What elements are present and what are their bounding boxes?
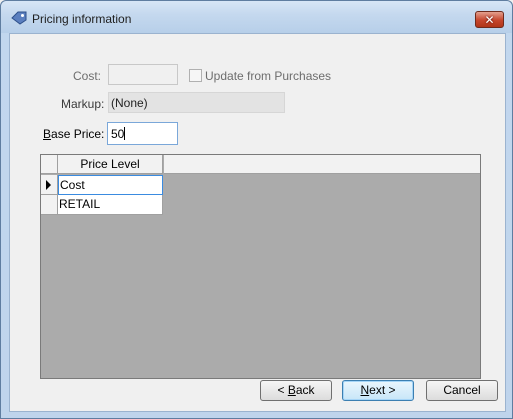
grid-corner: [41, 155, 58, 174]
cancel-button[interactable]: Cancel: [426, 380, 498, 401]
current-row-arrow-icon: [46, 180, 51, 190]
base-price-value: 50: [111, 127, 125, 141]
update-from-purchases-checkbox[interactable]: [189, 69, 202, 82]
close-button[interactable]: ✕: [475, 11, 504, 28]
pricing-dialog-window: Pricing information ✕ Cost: Update from …: [0, 0, 513, 419]
grid-cell-retail[interactable]: RETAIL: [58, 195, 163, 215]
next-button[interactable]: Next >: [342, 380, 414, 401]
row-header-retail[interactable]: [41, 195, 58, 215]
title-bar[interactable]: Pricing information ✕: [1, 1, 512, 33]
price-tag-icon: [11, 11, 27, 25]
markup-label: Markup:: [61, 97, 105, 111]
base-price-input[interactable]: 50: [107, 122, 178, 145]
price-level-column-header[interactable]: Price Level: [58, 155, 163, 174]
base-price-label: Base Price:: [43, 127, 105, 141]
grid-header-filler: [164, 155, 480, 174]
window-title: Pricing information: [32, 12, 132, 26]
grid-cell-cost[interactable]: Cost: [58, 175, 163, 195]
price-level-grid[interactable]: Price Level Cost RETAIL: [40, 154, 481, 379]
dialog-content: Cost: Update from Purchases Markup: (Non…: [9, 33, 506, 412]
cost-field: [108, 64, 178, 85]
update-from-purchases-label: Update from Purchases: [205, 69, 332, 83]
back-button[interactable]: < Back: [260, 380, 332, 401]
cost-label: Cost:: [73, 69, 102, 83]
row-header-cost[interactable]: [41, 175, 58, 195]
markup-field: (None): [108, 92, 285, 113]
